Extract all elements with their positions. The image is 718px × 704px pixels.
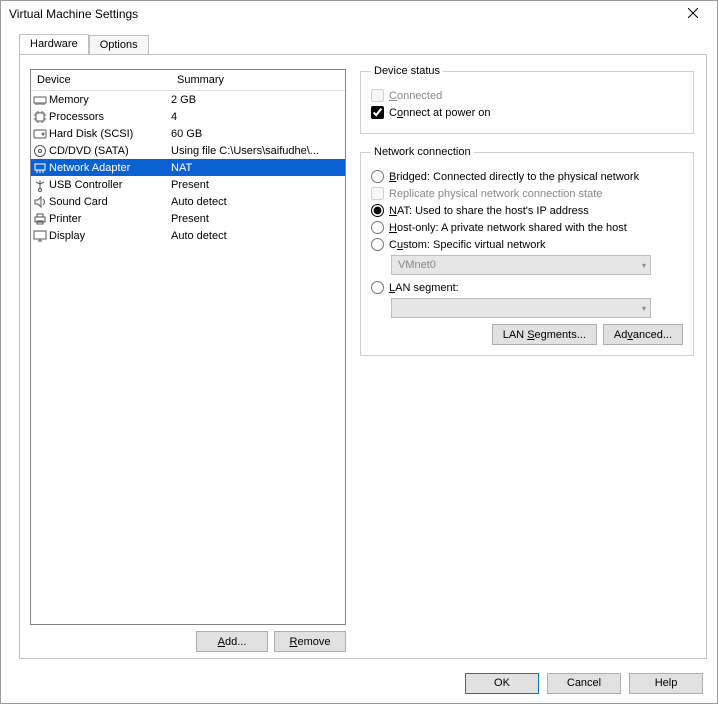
- close-icon: [688, 7, 698, 21]
- device-buttons: Add... Remove: [30, 631, 346, 652]
- device-summary: 2 GB: [169, 94, 345, 106]
- custom-network-combo: VMnet0 ▾: [391, 255, 651, 275]
- vm-settings-window: Virtual Machine Settings Hardware Option…: [0, 0, 718, 704]
- printer-icon: [31, 212, 49, 226]
- nic-icon: [31, 161, 49, 175]
- connect-at-power-on-checkbox[interactable]: Connect at power on: [371, 106, 683, 119]
- ok-button[interactable]: OK: [465, 673, 539, 694]
- row-network-adapter[interactable]: Network Adapter NAT: [31, 159, 345, 176]
- row-processors[interactable]: Processors 4: [31, 108, 345, 125]
- replicate-label: Replicate physical network connection st…: [389, 188, 602, 200]
- usb-icon: [31, 178, 49, 192]
- chevron-down-icon: ▾: [642, 304, 646, 313]
- device-label: Printer: [49, 213, 169, 225]
- device-summary: Present: [169, 213, 345, 225]
- titlebar: Virtual Machine Settings: [1, 1, 717, 27]
- device-label: USB Controller: [49, 179, 169, 191]
- dialog-footer: OK Cancel Help: [1, 663, 717, 703]
- row-cd-dvd[interactable]: CD/DVD (SATA) Using file C:\Users\saifud…: [31, 142, 345, 159]
- connect-power-on-label: Connect at power on: [389, 107, 491, 119]
- device-summary: 4: [169, 111, 345, 123]
- add-button[interactable]: Add...: [196, 631, 268, 652]
- window-title: Virtual Machine Settings: [9, 7, 138, 21]
- device-pane: Device Summary Memory 2 GB Processors 4 …: [30, 69, 346, 644]
- network-connection-legend: Network connection: [371, 146, 474, 158]
- connected-label: Connected: [389, 90, 442, 102]
- lan-segments-button[interactable]: LAN Segments...: [492, 324, 597, 345]
- radio-lan-segment[interactable]: LAN segment:: [371, 281, 683, 294]
- lan-segment-label: LAN segment:: [389, 282, 459, 294]
- device-summary: Present: [169, 179, 345, 191]
- display-icon: [31, 229, 49, 243]
- memory-icon: [31, 93, 49, 107]
- network-buttons: LAN Segments... Advanced...: [371, 324, 683, 345]
- device-label: Processors: [49, 111, 169, 123]
- col-device[interactable]: Device: [31, 74, 175, 86]
- cancel-button[interactable]: Cancel: [547, 673, 621, 694]
- device-status-legend: Device status: [371, 65, 443, 77]
- replicate-checkbox: Replicate physical network connection st…: [371, 187, 683, 200]
- device-status-group: Device status Connected Connect at power…: [360, 65, 694, 134]
- row-memory[interactable]: Memory 2 GB: [31, 91, 345, 108]
- remove-button[interactable]: Remove: [274, 631, 346, 652]
- cpu-icon: [31, 110, 49, 124]
- connected-checkbox: Connected: [371, 89, 683, 102]
- chevron-down-icon: ▾: [642, 261, 646, 270]
- host-only-label: Host-only: A private network shared with…: [389, 222, 627, 234]
- device-summary: Auto detect: [169, 230, 345, 242]
- device-label: Network Adapter: [49, 162, 169, 174]
- network-connection-group: Network connection Bridged: Connected di…: [360, 146, 694, 356]
- tabstrip: Hardware Options: [19, 33, 717, 54]
- disk-icon: [31, 127, 49, 141]
- device-label: Sound Card: [49, 196, 169, 208]
- radio-custom[interactable]: Custom: Specific virtual network: [371, 238, 683, 251]
- device-list[interactable]: Device Summary Memory 2 GB Processors 4 …: [30, 69, 346, 625]
- tab-hardware[interactable]: Hardware: [19, 34, 89, 54]
- row-printer[interactable]: Printer Present: [31, 210, 345, 227]
- device-label: Hard Disk (SCSI): [49, 128, 169, 140]
- col-summary[interactable]: Summary: [175, 74, 345, 86]
- advanced-button[interactable]: Advanced...: [603, 324, 683, 345]
- tab-options[interactable]: Options: [89, 35, 149, 55]
- radio-nat[interactable]: NAT: Used to share the host's IP address: [371, 204, 683, 217]
- row-display[interactable]: Display Auto detect: [31, 227, 345, 244]
- device-label: Display: [49, 230, 169, 242]
- lan-segment-combo: ▾: [391, 298, 651, 318]
- radio-host-only[interactable]: Host-only: A private network shared with…: [371, 221, 683, 234]
- device-summary: NAT: [169, 162, 345, 174]
- sound-icon: [31, 195, 49, 209]
- hardware-panel: Device Summary Memory 2 GB Processors 4 …: [19, 54, 707, 659]
- radio-bridged[interactable]: Bridged: Connected directly to the physi…: [371, 170, 683, 183]
- device-label: CD/DVD (SATA): [49, 145, 169, 157]
- right-pane: Device status Connected Connect at power…: [360, 65, 694, 644]
- custom-label: Custom: Specific virtual network: [389, 239, 546, 251]
- device-summary: Auto detect: [169, 196, 345, 208]
- cd-icon: [31, 144, 49, 158]
- nat-label: NAT: Used to share the host's IP address: [389, 205, 589, 217]
- device-label: Memory: [49, 94, 169, 106]
- device-summary: Using file C:\Users\saifudhe\...: [169, 145, 345, 157]
- row-usb-controller[interactable]: USB Controller Present: [31, 176, 345, 193]
- help-button[interactable]: Help: [629, 673, 703, 694]
- device-list-header: Device Summary: [31, 70, 345, 91]
- close-button[interactable]: [675, 3, 711, 25]
- row-hard-disk[interactable]: Hard Disk (SCSI) 60 GB: [31, 125, 345, 142]
- device-summary: 60 GB: [169, 128, 345, 140]
- bridged-label: Bridged: Connected directly to the physi…: [389, 171, 639, 183]
- custom-network-value: VMnet0: [398, 259, 436, 271]
- row-sound-card[interactable]: Sound Card Auto detect: [31, 193, 345, 210]
